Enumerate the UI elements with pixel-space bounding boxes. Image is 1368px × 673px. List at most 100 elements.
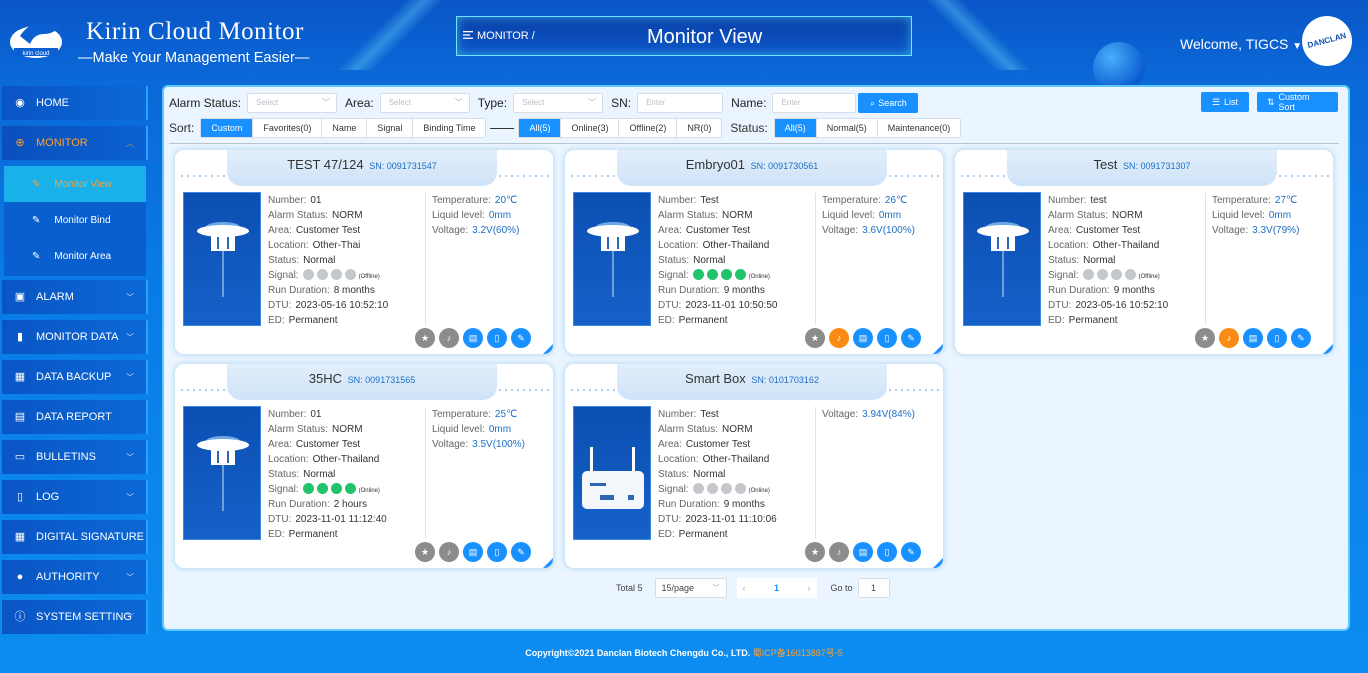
online-nr[interactable]: NR(0): [677, 119, 721, 137]
device-card[interactable]: TEST 47/124 SN: 0091731547 Number: 01 Alarm…: [174, 149, 554, 355]
submenu-monitor-area[interactable]: ✎ Monitor Area: [4, 238, 146, 274]
sidebar-item-alarm[interactable]: ▣ ALARM ﹀: [2, 280, 148, 314]
field-value: Test: [700, 409, 719, 420]
field-value: Other-Thailand: [312, 454, 380, 465]
filter-bar: Alarm Status: Select ﹀ Area: Select ﹀ Type…: [169, 92, 919, 114]
sort-binding-time[interactable]: Binding Time: [413, 119, 485, 137]
sidebar-item-label: DATA REPORT: [36, 411, 112, 423]
edit-icon[interactable]: ✎: [511, 542, 531, 562]
edit-icon[interactable]: ✎: [901, 328, 921, 348]
field-voltage: Voltage: 3.5V(100%): [432, 437, 525, 452]
alarm-status-select[interactable]: Select ﹀: [247, 93, 338, 113]
type-select[interactable]: Select ﹀: [513, 93, 604, 113]
star-icon[interactable]: ★: [805, 328, 825, 348]
edit-icon[interactable]: ✎: [511, 328, 531, 348]
search-button[interactable]: ⌕ Search: [858, 93, 919, 113]
star-icon[interactable]: ★: [805, 542, 825, 562]
device-icon[interactable]: ▯: [877, 328, 897, 348]
star-icon[interactable]: ★: [415, 328, 435, 348]
sort-custom[interactable]: Custom: [201, 119, 254, 137]
sidebar-item-data-backup[interactable]: ▦ DATA BACKUP ﹀: [2, 360, 148, 394]
online-online[interactable]: Online(3): [561, 119, 620, 137]
chevron-left-icon[interactable]: ‹: [743, 583, 746, 593]
field-ed: ED: Permanent: [268, 313, 418, 328]
field-area: Area: Customer Test: [268, 223, 418, 238]
bell-icon[interactable]: ♪: [829, 542, 849, 562]
device-name[interactable]: Test: [1093, 157, 1117, 172]
device-name[interactable]: Smart Box: [685, 371, 746, 386]
bell-icon[interactable]: ♪: [1219, 328, 1239, 348]
sidebar-item-system-setting[interactable]: ⓘ SYSTEM SETTING ﹀: [2, 600, 148, 634]
chevron-right-icon[interactable]: ›: [808, 583, 811, 593]
avatar[interactable]: DANCLAN: [1296, 10, 1358, 72]
device-icon[interactable]: ▯: [877, 542, 897, 562]
bell-icon[interactable]: ♪: [439, 328, 459, 348]
field-status: Status: Normal: [268, 253, 418, 268]
status-all[interactable]: All(5): [774, 119, 817, 137]
user-menu[interactable]: Welcome, TIGCS ▼: [1180, 36, 1302, 52]
card-header: 35HC SN: 0091731565: [227, 364, 497, 400]
sidebar-item-data-report[interactable]: ▤ DATA REPORT: [2, 400, 148, 434]
goto-input[interactable]: 1: [857, 578, 890, 598]
edit-icon[interactable]: ✎: [1291, 328, 1311, 348]
device-icon[interactable]: ▯: [487, 542, 507, 562]
sn-input[interactable]: Enter: [637, 93, 724, 113]
pagination: Total 5 15/page ﹀ ‹ 1 › Go to 1: [616, 578, 890, 598]
device-icon[interactable]: ▯: [1267, 328, 1287, 348]
field-value: Permanent: [288, 315, 338, 326]
field-location: Location: Other-Thailand: [1048, 238, 1198, 253]
sort-name[interactable]: Name: [322, 119, 368, 137]
sidebar-item-monitor[interactable]: ⊕ MONITOR ︿: [2, 126, 148, 160]
device-name[interactable]: 35HC: [309, 371, 342, 386]
document-icon[interactable]: ▤: [463, 542, 483, 562]
device-card[interactable]: Smart Box SN: 0101703162 Number: Test Alarm…: [564, 363, 944, 569]
field-run-duration: Run Duration: 9 months: [658, 283, 808, 298]
online-all[interactable]: All(5): [519, 119, 562, 137]
bell-icon[interactable]: ♪: [829, 328, 849, 348]
name-input[interactable]: Enter: [772, 93, 857, 113]
document-icon[interactable]: ▤: [463, 328, 483, 348]
field-label: Status:: [658, 469, 690, 480]
sidebar-item-digital-signature[interactable]: ▦ DIGITAL SIGNATURE: [2, 520, 148, 554]
edit-icon[interactable]: ✎: [901, 542, 921, 562]
sidebar-item-bulletins[interactable]: ▭ BULLETINS ﹀: [2, 440, 148, 474]
sidebar-item-authority[interactable]: ● AUTHORITY ﹀: [2, 560, 148, 594]
sidebar-item-home[interactable]: ◉ HOME: [2, 86, 148, 120]
field-value: 3.94V(84%): [862, 409, 915, 420]
sort-favorites[interactable]: Favorites(0): [253, 119, 323, 137]
field-value: 9 months: [723, 285, 765, 296]
grid-icon: ▦: [14, 531, 26, 543]
breadcrumb[interactable]: MONITOR /: [477, 30, 535, 42]
submenu-monitor-view[interactable]: ✎ Monitor View: [4, 166, 146, 202]
device-name[interactable]: TEST 47/124: [287, 157, 363, 172]
list-view-button[interactable]: ☰ List: [1201, 92, 1249, 112]
star-icon[interactable]: ★: [1195, 328, 1215, 348]
sidebar-item-monitor-data[interactable]: ▮ MONITOR DATA ﹀: [2, 320, 148, 354]
device-card[interactable]: Embryo01 SN: 0091730561 Number: Test Alarm …: [564, 149, 944, 355]
document-icon[interactable]: ▤: [853, 542, 873, 562]
icp-link[interactable]: 蜀ICP备16013887号-5: [753, 648, 843, 658]
sort-signal[interactable]: Signal: [367, 119, 414, 137]
page-size-select[interactable]: 15/page ﹀: [654, 578, 727, 598]
field-value: Test: [700, 195, 719, 206]
sidebar-item-label: BULLETINS: [36, 451, 96, 463]
device-card[interactable]: 35HC SN: 0091731565 Number: 01 Alarm Status…: [174, 363, 554, 569]
area-select[interactable]: Select ﹀: [379, 93, 470, 113]
device-card[interactable]: Test SN: 0091731307 Number: test Alarm Stat…: [954, 149, 1334, 355]
document-icon[interactable]: ▤: [1243, 328, 1263, 348]
device-icon[interactable]: ▯: [487, 328, 507, 348]
page-number-current[interactable]: 1: [774, 583, 779, 593]
star-icon[interactable]: ★: [415, 542, 435, 562]
status-maintenance[interactable]: Maintenance(0): [878, 119, 961, 137]
field-label: DTU:: [268, 514, 292, 525]
custom-sort-button[interactable]: ⇅ Custom Sort: [1257, 92, 1338, 112]
status-normal[interactable]: Normal(5): [817, 119, 878, 137]
field-label: Alarm Status:: [268, 424, 329, 435]
online-offline[interactable]: Offline(2): [619, 119, 678, 137]
submenu-monitor-bind[interactable]: ✎ Monitor Bind: [4, 202, 146, 238]
device-name[interactable]: Embryo01: [686, 157, 745, 172]
document-icon[interactable]: ▤: [853, 328, 873, 348]
bell-icon[interactable]: ♪: [439, 542, 459, 562]
sidebar-item-log[interactable]: ▯ LOG ﹀: [2, 480, 148, 514]
field-label: ED:: [658, 529, 675, 540]
